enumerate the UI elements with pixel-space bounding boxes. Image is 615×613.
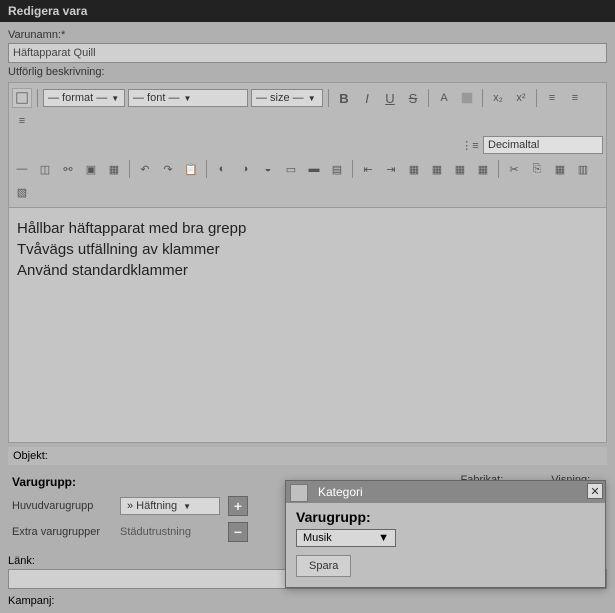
modal-header: Kategori: [286, 481, 605, 503]
editor-toolbar: — format —▼ — font —▼ — size —▼ B I U S …: [8, 82, 607, 208]
tool-f-icon[interactable]: ▤: [327, 159, 347, 179]
editor-line: Använd standardklammer: [17, 260, 598, 281]
subscript-button[interactable]: x₂: [488, 88, 508, 108]
add-group-button[interactable]: +: [228, 496, 248, 516]
paste-icon[interactable]: 📋: [181, 159, 201, 179]
bullet-list-button[interactable]: ⋮≡: [460, 135, 480, 155]
embed-icon[interactable]: ▦: [104, 159, 124, 179]
modal-group-label: Varugrupp:: [296, 509, 595, 529]
grid-icon[interactable]: ▦: [550, 159, 570, 179]
font-select[interactable]: — font —▼: [128, 89, 248, 107]
modal-group-select[interactable]: Musik▼: [296, 529, 396, 547]
text-color-button[interactable]: A: [434, 88, 454, 108]
hr-button[interactable]: —: [12, 159, 32, 179]
align-center-button[interactable]: ≡: [565, 88, 585, 108]
tool-e-icon[interactable]: ▬: [304, 159, 324, 179]
decimal-input[interactable]: [483, 136, 603, 154]
row-a-icon[interactable]: ▦: [404, 159, 424, 179]
misc-icon[interactable]: ▧: [12, 182, 32, 202]
main-group-label: Huvudvarugrupp: [12, 500, 112, 512]
window-title-bar: Redigera vara: [0, 0, 615, 22]
strike-button[interactable]: S: [403, 88, 423, 108]
align-right-button[interactable]: ≡: [12, 111, 32, 131]
cut-icon[interactable]: ✂: [504, 159, 524, 179]
bold-button[interactable]: B: [334, 88, 354, 108]
underline-button[interactable]: U: [380, 88, 400, 108]
chart-icon[interactable]: ▥: [573, 159, 593, 179]
desc-label: Utförlig beskrivning:: [8, 63, 607, 80]
modal-title: Kategori: [318, 485, 363, 499]
undo-button[interactable]: ↶: [135, 159, 155, 179]
kampanj-label: Kampanj:: [8, 589, 607, 609]
format-select[interactable]: — format —▼: [43, 89, 125, 107]
remove-group-button[interactable]: −: [228, 522, 248, 542]
indent-out-icon[interactable]: ⇤: [358, 159, 378, 179]
align-left-button[interactable]: ≡: [542, 88, 562, 108]
row-d-icon[interactable]: ▦: [473, 159, 493, 179]
tool-d-icon[interactable]: ▭: [281, 159, 301, 179]
name-input[interactable]: [8, 43, 607, 63]
extra-group-value: Städutrustning: [120, 526, 220, 538]
editor-textarea[interactable]: Hållbar häftapparat med bra grepp Tvåväg…: [8, 208, 607, 443]
redo-button[interactable]: ↷: [158, 159, 178, 179]
size-select[interactable]: — size —▼: [251, 89, 323, 107]
link-icon[interactable]: ⚯: [58, 159, 78, 179]
main-group-select[interactable]: » Häftning▼: [120, 497, 220, 515]
tool-b-icon[interactable]: ◑: [235, 159, 255, 179]
indent-in-icon[interactable]: ⇥: [381, 159, 401, 179]
row-b-icon[interactable]: ▦: [427, 159, 447, 179]
cube-icon[interactable]: ◫: [35, 159, 55, 179]
row-c-icon[interactable]: ▦: [450, 159, 470, 179]
modal-close-button[interactable]: ✕: [587, 483, 603, 499]
window-title: Redigera vara: [8, 4, 87, 18]
document-icon: [290, 484, 308, 502]
editor-line: Hållbar häftapparat med bra grepp: [17, 218, 598, 239]
italic-button[interactable]: I: [357, 88, 377, 108]
source-icon[interactable]: [12, 88, 32, 108]
editor-line: Tvåvägs utfällning av klammer: [17, 239, 598, 260]
object-label: Objekt:: [8, 447, 607, 465]
tool-c-icon[interactable]: ◒: [258, 159, 278, 179]
superscript-button[interactable]: x²: [511, 88, 531, 108]
extra-group-label: Extra varugrupper: [12, 526, 112, 538]
name-label: Varunamn:: [8, 26, 607, 43]
tool-a-icon[interactable]: ◐: [212, 159, 232, 179]
image-icon[interactable]: ▣: [81, 159, 101, 179]
modal-save-button[interactable]: Spara: [296, 555, 351, 577]
category-modal: Kategori ✕ Varugrupp: Musik▼ Spara: [285, 480, 606, 588]
bg-color-button[interactable]: [457, 88, 477, 108]
copy-icon[interactable]: ⎘: [527, 159, 547, 179]
